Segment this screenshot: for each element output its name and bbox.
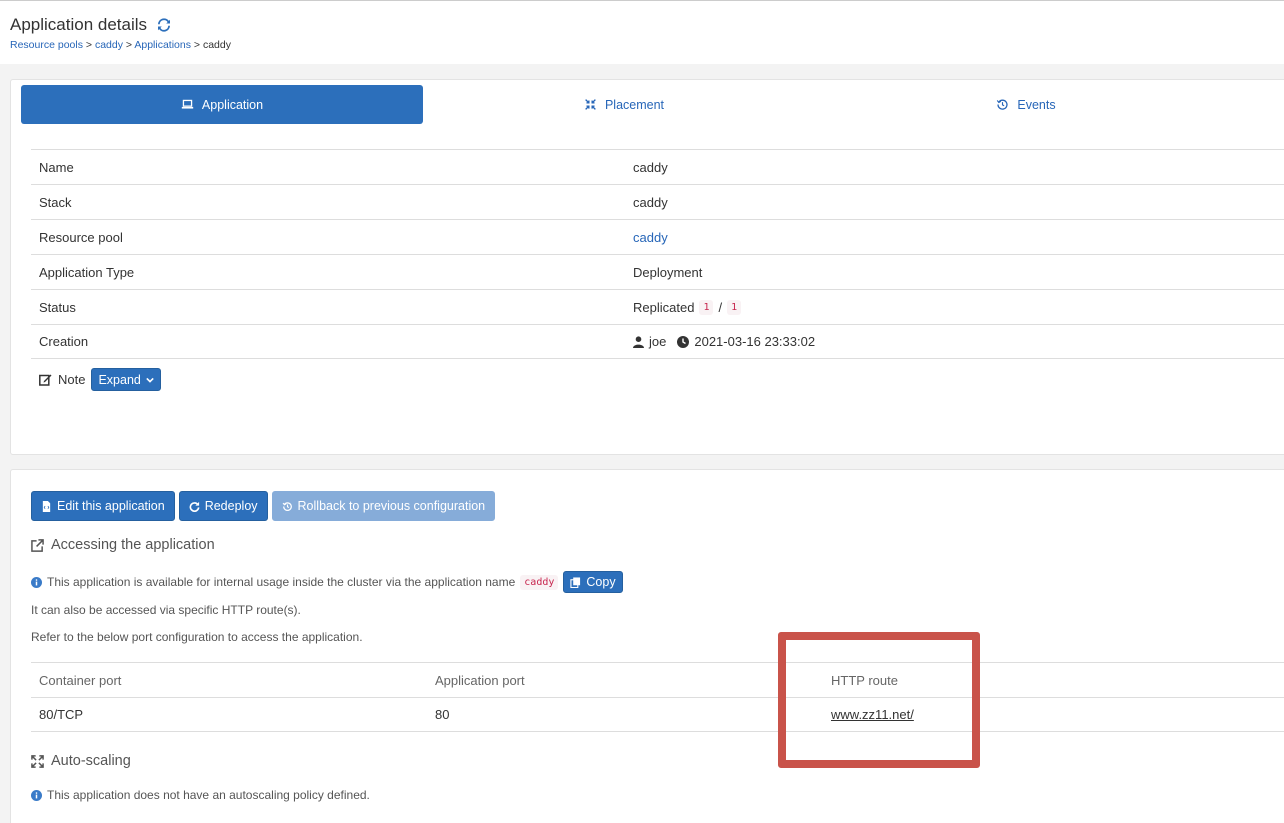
creation-value: joe 2021-03-16 23:33:02 xyxy=(633,334,815,349)
breadcrumb-applications[interactable]: Applications xyxy=(134,39,191,51)
rollback-label: Rollback to previous configuration xyxy=(297,499,486,513)
redo-icon xyxy=(189,501,200,512)
tab-bar: Application Placement Events xyxy=(21,85,1275,124)
autoscaling-section-title: Auto-scaling xyxy=(31,753,131,769)
info-circle-icon xyxy=(31,576,42,588)
details-row-status: Status Replicated 1 / 1 xyxy=(31,289,1284,324)
detail-value: Deployment xyxy=(633,264,703,280)
details-row-creation: Creation joe 2021-03-16 23:33:02 xyxy=(31,324,1284,359)
info-circle-icon xyxy=(31,789,42,801)
accessing-title-text: Accessing the application xyxy=(51,537,215,553)
application-port-cell: 80 xyxy=(435,707,450,722)
internal-usage-info: This application is available for intern… xyxy=(31,571,623,593)
breadcrumb-separator: > xyxy=(122,39,135,51)
creation-date: 2021-03-16 23:33:02 xyxy=(694,334,816,349)
note-row: Note Expand xyxy=(39,368,161,391)
status-total-count: 1 xyxy=(727,299,742,315)
details-row-stack: Stack caddy xyxy=(31,184,1284,219)
detail-label: Creation xyxy=(39,334,89,349)
laptop-icon xyxy=(181,99,194,109)
edit-application-label: Edit this application xyxy=(57,499,165,513)
detail-label: Application Type xyxy=(39,264,135,280)
breadcrumb-separator: > xyxy=(82,39,95,51)
column-header-container-port: Container port xyxy=(39,672,122,688)
autoscaling-title-text: Auto-scaling xyxy=(51,753,131,769)
details-table: Name caddy Stack caddy Resource pool cad… xyxy=(31,149,1284,359)
details-row-name: Name caddy xyxy=(31,149,1284,184)
status-running-count: 1 xyxy=(699,299,714,315)
expand-label: Expand xyxy=(98,372,141,387)
actions-panel: Edit this application Redeploy Rollback … xyxy=(10,469,1284,823)
page-header: Application details Resource pools > cad… xyxy=(0,0,1284,64)
breadcrumb: Resource pools > caddy > Applications > … xyxy=(10,39,231,51)
detail-label: Status xyxy=(39,299,76,315)
table-row: 80/TCP 80 www.zz11.net/ xyxy=(31,697,1284,732)
action-bar: Edit this application Redeploy Rollback … xyxy=(31,491,496,521)
column-header-application-port: Application port xyxy=(435,672,525,688)
compress-icon xyxy=(585,99,596,110)
autoscaling-text: This application does not have an autosc… xyxy=(47,788,370,802)
tab-label: Application xyxy=(201,97,264,112)
page-title-text: Application details xyxy=(10,15,148,34)
external-link-icon xyxy=(31,538,44,552)
redeploy-label: Redeploy xyxy=(204,499,258,513)
breadcrumb-separator: > xyxy=(190,39,203,51)
history-icon xyxy=(282,501,292,511)
user-icon xyxy=(633,335,644,348)
breadcrumb-pool[interactable]: caddy xyxy=(95,39,123,51)
highlight-box xyxy=(778,632,980,768)
tab-placement[interactable]: Placement xyxy=(423,85,825,124)
expand-note-button[interactable]: Expand xyxy=(91,368,161,391)
tab-events[interactable]: Events xyxy=(825,85,1227,124)
expand-icon xyxy=(31,754,44,768)
port-config-text: Refer to the below port configuration to… xyxy=(31,630,363,644)
edit-note-icon xyxy=(39,374,52,386)
detail-label: Stack xyxy=(39,194,72,210)
resource-pool-link[interactable]: caddy xyxy=(633,230,668,245)
internal-usage-text: This application is available for intern… xyxy=(47,575,516,589)
edit-application-button[interactable]: Edit this application xyxy=(31,491,175,521)
detail-label: Name xyxy=(39,159,74,175)
details-row-resource-pool: Resource pool caddy xyxy=(31,219,1284,254)
detail-value: caddy xyxy=(633,159,668,175)
rollback-button[interactable]: Rollback to previous configuration xyxy=(271,491,496,521)
status-separator: / xyxy=(718,299,723,315)
history-icon xyxy=(997,99,1008,110)
copy-icon xyxy=(570,576,581,588)
creation-user: joe xyxy=(649,334,667,349)
detail-label: Resource pool xyxy=(39,229,123,245)
container-port-cell: 80/TCP xyxy=(39,707,84,722)
redeploy-button[interactable]: Redeploy xyxy=(178,491,268,521)
clock-icon xyxy=(677,335,690,348)
status-text: Replicated xyxy=(633,299,695,315)
accessing-section-title: Accessing the application xyxy=(31,537,215,553)
breadcrumb-resource-pools[interactable]: Resource pools xyxy=(10,39,83,51)
status-value: Replicated 1 / 1 xyxy=(633,299,742,315)
note-label: Note xyxy=(58,372,86,387)
refresh-icon[interactable] xyxy=(155,16,173,34)
breadcrumb-current: caddy xyxy=(202,39,231,51)
file-code-icon xyxy=(42,500,51,512)
chevron-down-icon xyxy=(146,377,154,383)
tab-application[interactable]: Application xyxy=(21,85,423,124)
application-name-code: caddy xyxy=(520,574,559,590)
copy-label: Copy xyxy=(586,575,616,589)
page-title: Application details xyxy=(10,15,173,35)
copy-button[interactable]: Copy xyxy=(563,571,623,593)
ports-table: Container port Application port HTTP rou… xyxy=(31,662,1284,732)
http-access-text: It can also be accessed via specific HTT… xyxy=(31,603,301,617)
application-panel: Application Placement Events Name caddy … xyxy=(10,79,1284,455)
detail-value: caddy xyxy=(633,194,668,210)
autoscaling-info: This application does not have an autosc… xyxy=(31,788,370,802)
details-row-type: Application Type Deployment xyxy=(31,254,1284,289)
ports-header-row: Container port Application port HTTP rou… xyxy=(31,662,1284,697)
tab-label: Placement xyxy=(604,97,665,112)
tab-label: Events xyxy=(1017,97,1056,112)
